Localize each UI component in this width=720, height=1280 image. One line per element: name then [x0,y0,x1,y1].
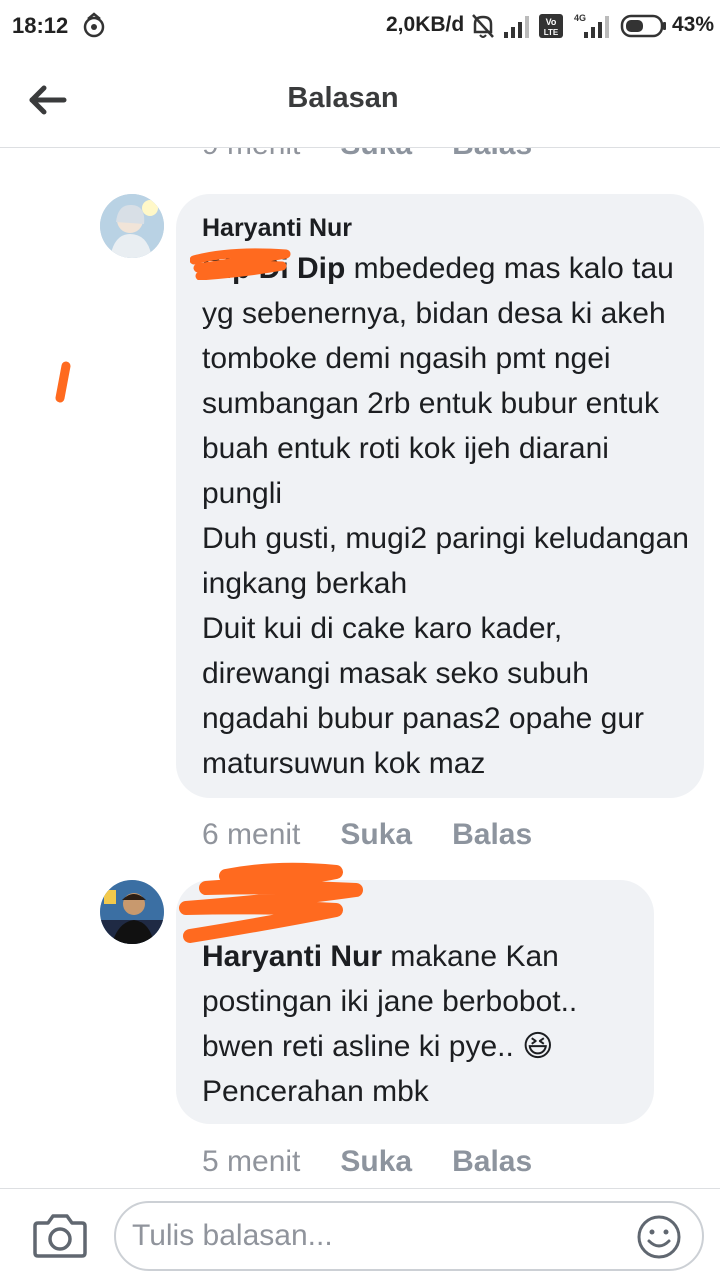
comment-bubble: Haryanti Nur Dip Di Dip mbededeg mas kal… [176,194,704,798]
like-button[interactable]: Suka [340,1145,412,1179]
reply-button[interactable]: Balas [452,818,532,852]
reply-composer [0,1188,720,1280]
status-time: 18:12 [12,13,69,38]
avatar[interactable] [100,880,164,944]
header: Balasan [0,52,720,148]
page-title: Balasan [287,82,399,114]
status-bar: 18:12 2,0KB/d Vo LTE 4G 43% [0,0,720,52]
net-speed: 2,0KB/d [386,13,465,36]
svg-text:4G: 4G [574,13,586,23]
svg-text:LTE: LTE [544,28,559,37]
mute-bell-icon [470,12,496,45]
reply-input[interactable] [132,1213,622,1259]
camera-button[interactable] [32,1211,88,1261]
comment-text: Haryanti Nur makane Kan postingan iki ja… [202,934,642,1114]
comment-time: 5 menit [202,1145,301,1178]
svg-text:Vo: Vo [546,17,557,27]
comment-meta: 6 menit Suka Balas [202,818,532,852]
stray-mark [55,361,71,403]
reply-input-box[interactable] [114,1201,704,1271]
app-notification-icon [80,12,108,45]
redaction-scribble [179,862,363,943]
comment-time: 6 menit [202,818,301,851]
signal-4g-icon: 4G [574,12,614,45]
signal-icon-1 [502,12,532,45]
battery-percent: 43% [672,13,715,36]
emoji-button[interactable] [634,1212,684,1262]
comment-body: mbededeg mas kalo tau yg sebenernya, bid… [202,252,689,780]
redaction-scribble [190,248,291,280]
comment-text: Dip Di Dip mbededeg mas kalo tau yg sebe… [202,246,692,786]
reply-button[interactable]: Balas [452,1145,532,1179]
comment-meta: 5 menit Suka Balas [202,1145,532,1179]
comment-author[interactable]: Haryanti Nur [202,214,352,243]
avatar[interactable] [100,194,164,258]
like-button[interactable]: Suka [340,818,412,852]
battery-icon [620,14,668,43]
camera-icon [33,1214,87,1258]
volte-icon: Vo LTE [538,12,564,45]
smiley-icon [637,1215,681,1259]
